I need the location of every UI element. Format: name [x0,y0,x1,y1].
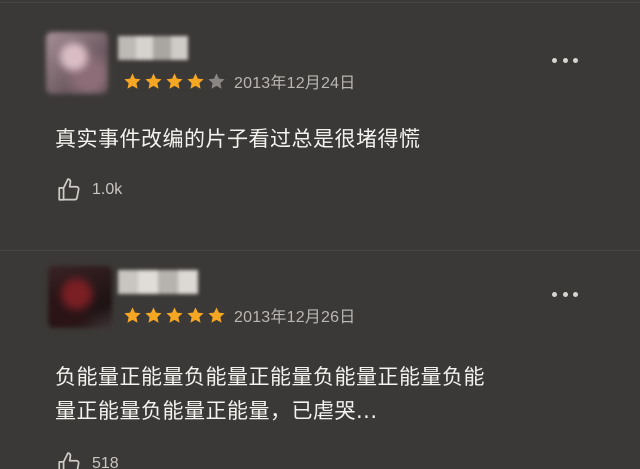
like-count: 518 [92,455,119,469]
more-dots-icon[interactable] [552,290,578,298]
review-text-line: 负能量正能量负能量正能量负能量正能量负能 [55,365,485,389]
star-filled-icon [187,306,204,323]
star-empty-icon [208,72,225,89]
review-date: 2013年12月24日 [234,75,356,92]
review-text: 负能量正能量负能量正能量负能量正能量负能 量正能量负能量正能量，已虐哭... [55,360,595,428]
rating-row: 2013年12月24日 [123,70,355,92]
star-filled-icon [187,72,204,89]
user-avatar[interactable] [48,266,112,328]
reviews-screen: 2013年12月24日 真实事件改编的片子看过总是很堵得慌 1.0k 2013年… [0,0,640,469]
review-text-line: 量正能量负能量正能量，已虐哭... [55,399,378,423]
review-card: 2013年12月24日 真实事件改编的片子看过总是很堵得慌 1.0k [0,14,640,251]
star-rating [123,72,228,91]
review-date: 2013年12月26日 [234,309,356,326]
like-count: 1.0k [92,181,123,198]
review-text-line: 真实事件改编的片子看过总是很堵得慌 [55,127,421,151]
username-blurred[interactable] [118,36,188,60]
star-filled-icon [124,72,141,89]
star-filled-icon [208,306,225,323]
star-filled-icon [166,72,183,89]
top-divider [0,2,640,3]
username-blurred[interactable] [118,270,198,294]
star-filled-icon [124,306,141,323]
like-button[interactable]: 1.0k [56,176,122,204]
star-rating [123,306,228,325]
star-filled-icon [145,306,162,323]
rating-row: 2013年12月26日 [123,304,355,326]
review-text: 真实事件改编的片子看过总是很堵得慌 [55,122,595,156]
more-dots-icon[interactable] [552,56,578,64]
review-card: 2013年12月26日 负能量正能量负能量正能量负能量正能量负能 量正能量负能量… [0,248,640,469]
like-button[interactable]: 518 [56,450,119,469]
star-filled-icon [145,72,162,89]
thumbs-up-icon [58,452,80,469]
thumbs-up-icon [58,178,80,201]
star-filled-icon [166,306,183,323]
user-avatar[interactable] [46,32,108,94]
